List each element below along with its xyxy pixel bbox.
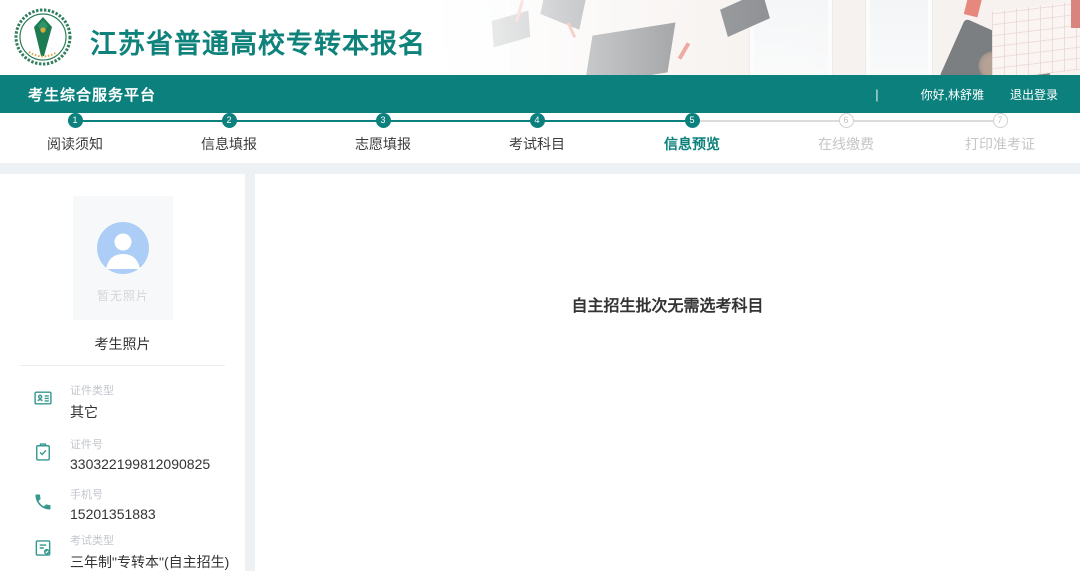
user-greeting: 你好,林舒雅 xyxy=(920,87,984,102)
phone-icon xyxy=(35,494,51,510)
divider xyxy=(20,365,225,366)
field-phone: 手机号 15201351883 xyxy=(33,486,156,522)
step-circle: 2 xyxy=(221,113,237,128)
step-read-notice[interactable]: 1 阅读须知 xyxy=(15,113,135,154)
field-id-number: 证件号 330322199812090825 xyxy=(33,436,210,472)
candidate-sidebar: 暂无照片 考生照片 证件类型 其它 证件号 330322199812090825… xyxy=(0,174,245,571)
logout-button[interactable]: 退出登录 xyxy=(1010,86,1058,103)
separator: | xyxy=(875,86,879,102)
step-circle: 1 xyxy=(67,113,83,128)
step-circle: 4 xyxy=(529,113,545,128)
step-info-preview[interactable]: 5 信息预览 xyxy=(632,113,752,154)
page: 江苏省普通高校专转本报名 考生综合服务平台 | 你好,林舒雅 退出登录 1 阅读… xyxy=(0,0,1080,571)
step-volunteer-fill[interactable]: 3 志愿填报 xyxy=(323,113,443,154)
step-circle: 3 xyxy=(375,113,391,128)
section-divider xyxy=(0,163,1080,174)
step-info-fill[interactable]: 2 信息填报 xyxy=(169,113,289,154)
step-exam-subjects[interactable]: 4 考试科目 xyxy=(477,113,597,154)
step-circle: 7 xyxy=(992,113,1008,128)
step-circle: 6 xyxy=(838,113,854,128)
page-title: 江苏省普通高校专转本报名 xyxy=(90,29,426,59)
step-progress-bar: 1 阅读须知 2 信息填报 3 志愿填报 4 考试科目 5 信息预览 6 在线缴… xyxy=(0,113,1080,163)
school-emblem-logo xyxy=(14,8,72,66)
content-area: 暂无照片 考生照片 证件类型 其它 证件号 330322199812090825… xyxy=(0,174,1080,571)
candidate-photo-placeholder: 暂无照片 xyxy=(73,196,173,320)
top-navbar: 考生综合服务平台 | 你好,林舒雅 退出登录 xyxy=(0,75,1080,113)
step-online-payment: 6 在线缴费 xyxy=(818,113,874,152)
step-print-ticket: 7 打印准考证 xyxy=(965,113,1035,152)
person-avatar-icon xyxy=(97,222,149,274)
step-circle: 5 xyxy=(684,113,700,128)
field-id-type: 证件类型 其它 xyxy=(33,382,114,422)
main-panel: 自主招生批次无需选考科目 xyxy=(255,174,1080,571)
site-header: 江苏省普通高校专转本报名 xyxy=(0,0,1080,75)
clipboard-check-icon xyxy=(36,443,50,461)
platform-title: 考生综合服务平台 xyxy=(28,86,157,104)
photo-label: 考生照片 xyxy=(94,336,151,352)
id-card-icon xyxy=(34,391,52,405)
graduation-photo-banner xyxy=(420,0,1080,75)
field-exam-type: 考试类型 三年制"专转本"(自主招生) xyxy=(33,532,229,571)
no-subject-message: 自主招生批次无需选考科目 xyxy=(571,298,764,315)
no-photo-text: 暂无照片 xyxy=(96,289,149,303)
exam-type-icon xyxy=(35,540,51,556)
